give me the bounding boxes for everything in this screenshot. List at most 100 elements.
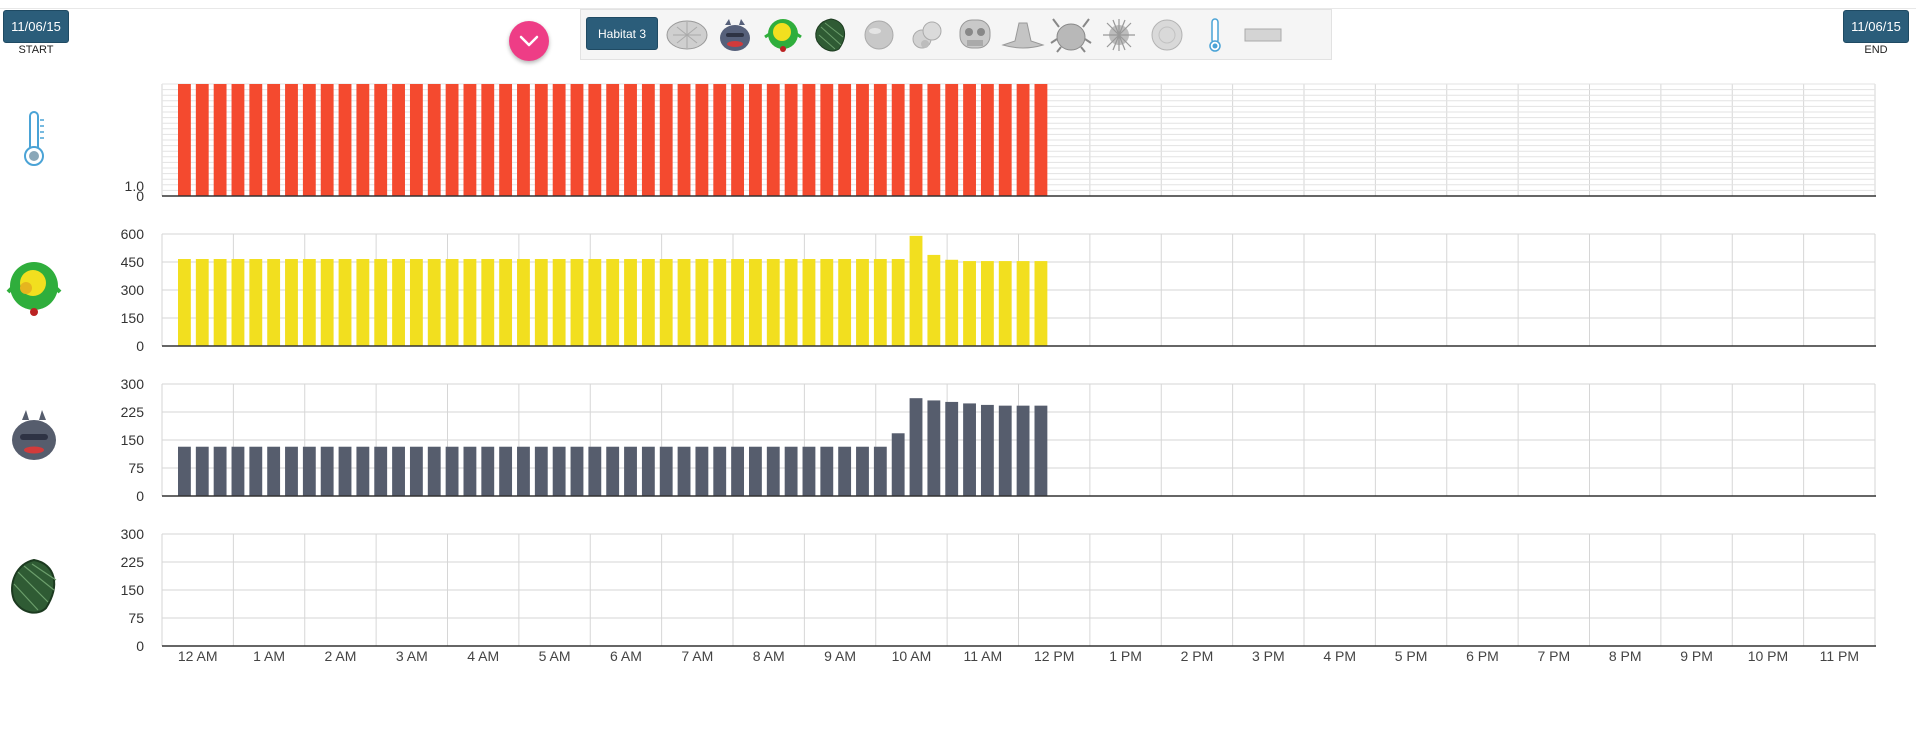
bar-dark-fish (320, 446, 334, 496)
bar-green-yellow-fish (231, 259, 245, 346)
bar-dark-fish (945, 401, 959, 496)
x-tick-label: 7 PM (1537, 648, 1570, 664)
y-tick-label: 225 (121, 404, 145, 420)
bar-green-yellow-fish (891, 259, 905, 346)
bar-dark-fish (213, 446, 227, 496)
bar-green-yellow-fish (499, 259, 513, 346)
bar-dark-fish (677, 446, 691, 496)
bar-dark-fish (552, 446, 566, 496)
bar-dark-fish (374, 446, 388, 496)
x-tick-label: 12 AM (178, 648, 218, 664)
bar-temperature (517, 84, 530, 196)
bar-green-yellow-fish (338, 259, 352, 346)
bar-green-yellow-fish (980, 261, 994, 346)
bar-temperature (606, 84, 620, 196)
bar-dark-fish (713, 446, 727, 496)
y-tick-label: 225 (121, 554, 145, 570)
bar-temperature (891, 84, 905, 196)
x-tick-label: 8 PM (1609, 648, 1642, 664)
bar-temperature (534, 84, 548, 196)
x-tick-label: 12 PM (1034, 648, 1074, 664)
bar-dark-fish (195, 446, 209, 496)
bar-temperature (374, 84, 388, 196)
bar-green-yellow-fish (641, 259, 655, 346)
bar-temperature (499, 84, 513, 196)
bar-green-yellow-fish (195, 259, 209, 346)
bar-green-yellow-fish (677, 259, 691, 346)
bar-dark-fish (1016, 405, 1030, 496)
y-tick-label: 0 (136, 488, 144, 504)
bar-dark-fish (766, 446, 780, 496)
bar-green-yellow-fish (249, 259, 263, 346)
bar-temperature (178, 84, 191, 196)
y-tick-label: 300 (121, 282, 145, 298)
x-tick-label: 2 AM (324, 648, 356, 664)
bar-green-yellow-fish (178, 259, 191, 346)
bar-dark-fish (1034, 405, 1048, 496)
bar-temperature (213, 84, 227, 196)
bar-green-yellow-fish (784, 259, 798, 346)
bar-temperature (1034, 84, 1048, 196)
bar-green-yellow-fish (427, 259, 441, 346)
x-tick-label: 6 PM (1466, 648, 1499, 664)
bar-green-yellow-fish (1034, 261, 1048, 346)
bar-dark-fish (641, 446, 655, 496)
bar-green-yellow-fish (392, 259, 405, 346)
bar-green-yellow-fish (517, 259, 530, 346)
bar-temperature (302, 84, 316, 196)
bar-dark-fish (980, 404, 994, 496)
bar-temperature (570, 84, 584, 196)
x-tick-label: 9 PM (1680, 648, 1713, 664)
bar-green-yellow-fish (624, 259, 637, 346)
bar-green-yellow-fish (213, 259, 227, 346)
bar-green-yellow-fish (463, 259, 477, 346)
bar-temperature (552, 84, 566, 196)
x-tick-label: 10 AM (892, 648, 932, 664)
x-tick-label: 10 PM (1748, 648, 1788, 664)
x-tick-label: 6 AM (610, 648, 642, 664)
y-tick-label: 450 (121, 254, 145, 270)
bar-temperature (963, 84, 976, 196)
bar-green-yellow-fish (998, 261, 1012, 346)
bar-temperature (695, 84, 709, 196)
y-tick-label: 0 (136, 638, 144, 654)
bar-temperature (249, 84, 263, 196)
bar-green-yellow-fish (606, 259, 620, 346)
bar-dark-fish (231, 446, 245, 496)
bar-green-yellow-fish (302, 259, 316, 346)
bar-dark-fish (517, 446, 530, 496)
bar-temperature (677, 84, 691, 196)
bar-green-yellow-fish (713, 259, 727, 346)
bar-green-yellow-fish (374, 259, 388, 346)
bar-dark-fish (856, 446, 869, 496)
bar-green-yellow-fish (856, 259, 869, 346)
bar-temperature (766, 84, 780, 196)
bar-temperature (285, 84, 298, 196)
bar-green-yellow-fish (267, 259, 281, 346)
bar-green-yellow-fish (445, 259, 459, 346)
x-tick-label: 8 AM (753, 648, 785, 664)
y-tick-label: 75 (128, 460, 144, 476)
bar-dark-fish (838, 446, 852, 496)
bar-dark-fish (820, 446, 834, 496)
bar-temperature (392, 84, 405, 196)
bar-dark-fish (659, 446, 673, 496)
bar-temperature (731, 84, 745, 196)
bar-dark-fish (927, 400, 941, 496)
bar-green-yellow-fish (963, 261, 976, 346)
bar-temperature (909, 84, 923, 196)
bar-dark-fish (784, 446, 798, 496)
y-tick-label: 0 (136, 188, 144, 204)
bar-temperature (659, 84, 673, 196)
bar-green-yellow-fish (570, 259, 584, 346)
bar-temperature (945, 84, 959, 196)
bar-temperature (195, 84, 209, 196)
bar-green-yellow-fish (695, 259, 709, 346)
bar-dark-fish (624, 446, 637, 496)
x-tick-label: 7 AM (681, 648, 713, 664)
bar-dark-fish (338, 446, 352, 496)
bar-temperature (231, 84, 245, 196)
bar-dark-fish (392, 446, 405, 496)
bar-green-yellow-fish (731, 259, 745, 346)
bar-green-yellow-fish (534, 259, 548, 346)
